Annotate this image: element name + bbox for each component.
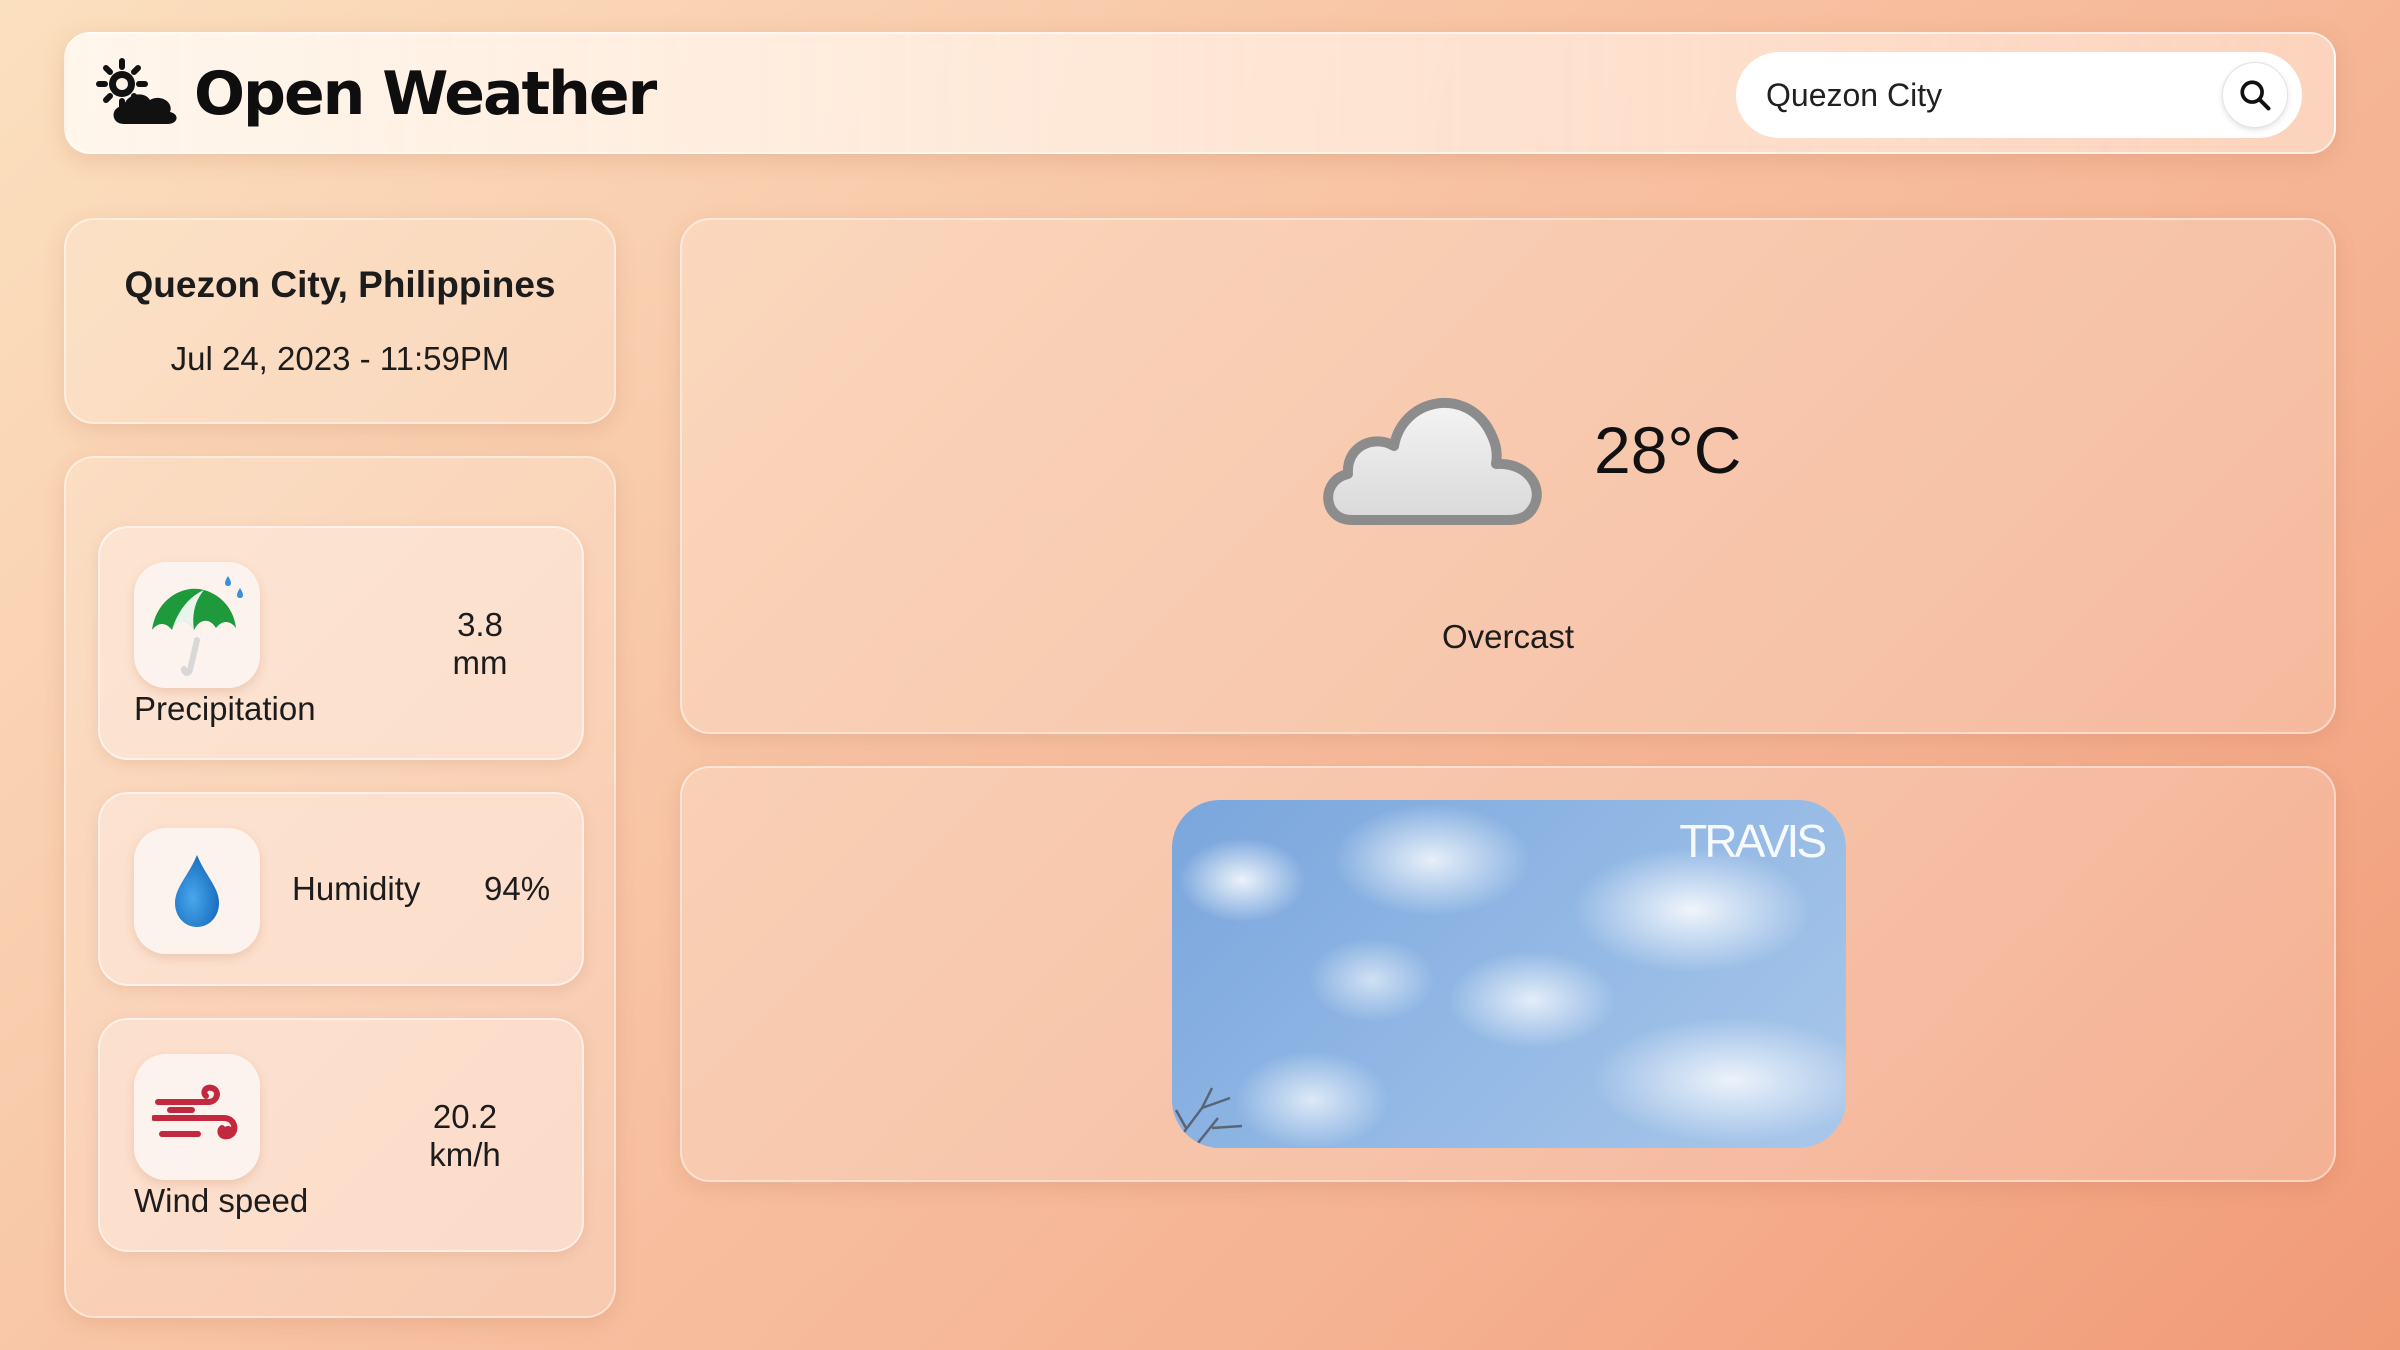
- search-icon: [2240, 80, 2271, 111]
- humidity-card: Humidity 94%: [98, 792, 584, 986]
- weather-media-card: TRAVIS: [680, 766, 2336, 1182]
- precipitation-card: Precipitation 3.8 mm: [98, 526, 584, 760]
- location-card: Quezon City, Philippines Jul 24, 2023 - …: [64, 218, 616, 424]
- tree-branches-image: [1172, 1087, 1243, 1148]
- precipitation-label: Precipitation: [134, 690, 316, 727]
- video-brand-watermark: TRAVIS: [1679, 815, 1827, 867]
- wind-icon: [134, 1054, 260, 1180]
- search-box: [1736, 52, 2302, 138]
- app-title: Open Weather: [194, 59, 657, 129]
- wind-speed-value: 20.2 km/h: [410, 1098, 520, 1174]
- app-header: Open Weather: [64, 32, 2336, 154]
- cloud-icon: [1323, 398, 1542, 525]
- wind-speed-amount: 20.2: [432, 1098, 498, 1135]
- search-input[interactable]: [1766, 52, 2206, 138]
- current-weather-card: 28°C Overcast: [680, 218, 2336, 734]
- water-drop-icon: [134, 828, 260, 954]
- wind-speed-unit: km/h: [429, 1136, 501, 1173]
- location-name: Quezon City, Philippines: [124, 264, 556, 305]
- sky-video[interactable]: TRAVIS: [1172, 800, 1846, 1148]
- precipitation-value: 3.8 mm: [430, 606, 530, 682]
- temperature: 28°C: [1594, 413, 1742, 487]
- precipitation-unit: mm: [452, 644, 508, 681]
- umbrella-rain-icon: [134, 562, 260, 688]
- search-button[interactable]: [2222, 62, 2288, 128]
- location-datetime: Jul 24, 2023 - 11:59PM: [170, 340, 510, 377]
- weather-condition: Overcast: [1441, 618, 1575, 655]
- sun-cloud-icon: [96, 58, 177, 124]
- humidity-label: Humidity: [292, 870, 421, 907]
- wind-speed-label: Wind speed: [134, 1182, 309, 1219]
- precipitation-amount: 3.8: [457, 606, 503, 643]
- humidity-value: 94%: [484, 870, 551, 907]
- metrics-panel: Precipitation 3.8 mm Humidity 94% Wind s…: [64, 456, 616, 1318]
- wind-speed-card: Wind speed 20.2 km/h: [98, 1018, 584, 1252]
